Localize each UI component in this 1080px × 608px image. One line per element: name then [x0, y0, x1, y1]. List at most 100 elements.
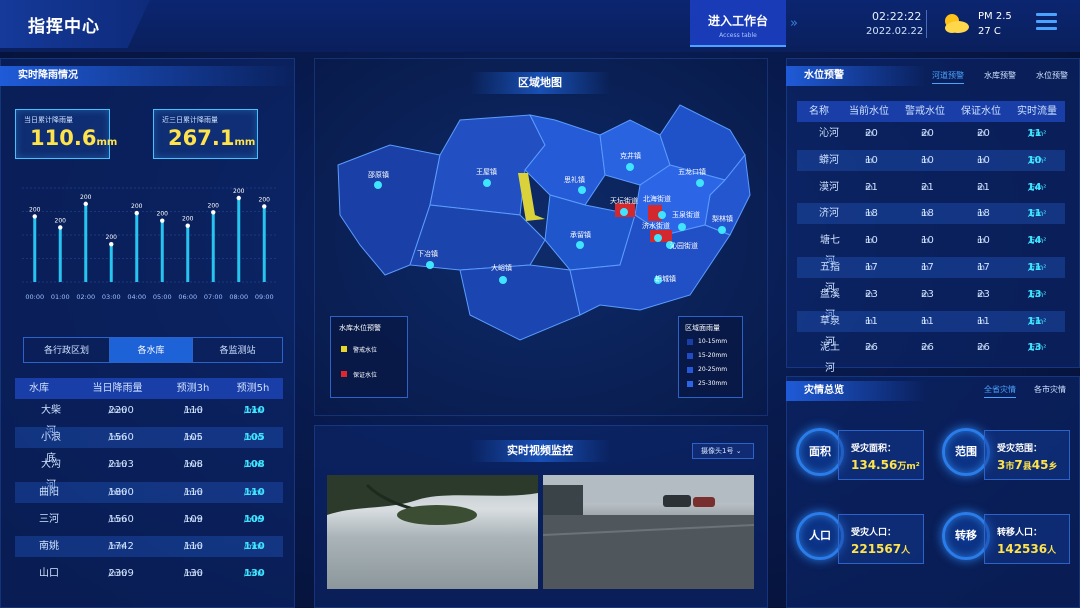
table-cell: 1800/mm — [70, 482, 165, 503]
cell-value: 109 — [243, 513, 265, 525]
cell-value: 108 — [243, 459, 265, 471]
tab-province-disaster[interactable]: 全省灾情 — [984, 384, 1016, 398]
table-cell: 13 万m² — [1009, 284, 1065, 305]
tab-city-disaster[interactable]: 各市灾情 — [1034, 384, 1066, 395]
cell-value: 130 — [243, 568, 265, 580]
chart-bar-cap — [185, 223, 190, 228]
cell-value: 10 — [921, 154, 934, 166]
tab-level-warning[interactable]: 水位预警 — [1036, 70, 1068, 81]
affected-area-box: 受灾面积： 134.56万m² — [838, 430, 924, 480]
table-cell: 18 m — [953, 203, 1009, 224]
population-ring: 人口 — [796, 512, 844, 560]
tab-stations[interactable]: 各监测站 — [192, 337, 283, 363]
table-cell: 1560/mm — [70, 427, 165, 448]
cell-value: 20 — [921, 128, 934, 139]
clock-date: 2022.02.22 — [866, 26, 924, 37]
enter-workbench-button[interactable]: 进入工作台 Access table — [690, 0, 786, 47]
map-title: 区域地图 — [470, 72, 610, 94]
cell-value: 110 — [243, 405, 265, 416]
cell-value: 23 — [921, 288, 934, 300]
affected-range-label: 受灾范围： — [997, 444, 1043, 454]
cell-value: 105 — [183, 432, 203, 444]
x-tick-label: 05:00 — [153, 293, 172, 301]
table-cell: 14 万m² — [1009, 177, 1065, 198]
video-feed-1[interactable] — [327, 475, 538, 589]
video-feed-2[interactable] — [543, 475, 754, 589]
place-label: 王屋镇 — [476, 168, 497, 176]
cell-value: 18 — [865, 208, 878, 220]
transfer-ring: 转移 — [942, 512, 990, 560]
hamburger-menu-icon[interactable] — [1036, 13, 1057, 30]
column-header: 警戒水位 — [905, 106, 945, 117]
place-label: 轵城镇 — [655, 275, 676, 283]
table-cell: 21 m — [897, 177, 953, 198]
tab-river-warning[interactable]: 河道预警 — [932, 70, 964, 84]
chart-bar-cap — [109, 242, 114, 247]
pm25-label: PM 2.5 — [978, 11, 1012, 22]
cell-value: 17 — [865, 262, 878, 273]
chart-bar — [84, 203, 88, 282]
table-row: 盘溪河 23 m 23 m 23 m 13 万m² — [797, 284, 1065, 321]
chart-bar-cap — [211, 210, 216, 215]
data-label: 200 — [157, 211, 169, 218]
cell-value: 17 — [921, 262, 934, 273]
cell-value: 110 — [243, 541, 265, 552]
disaster-panel — [786, 376, 1080, 608]
water-level-table: 名称 当前水位 警戒水位 保证水位 实时流量 沁河 20 m 20 m 20 m 11 万m² 蟒河 10 m 1… — [797, 101, 1065, 374]
x-tick-label: 08:00 — [229, 293, 248, 301]
area-ring: 面积 — [796, 428, 844, 476]
chart-bar-cap — [236, 195, 241, 201]
camera-select[interactable]: 摄像头1号 ⌄ — [692, 443, 754, 459]
table-cell: 26 m — [953, 337, 1009, 358]
tab-districts[interactable]: 各行政区划 — [23, 337, 110, 363]
workbench-label: 进入工作台 — [707, 14, 768, 28]
cell-value: 蟒河 — [819, 154, 839, 166]
cell-value: 11 — [865, 315, 878, 327]
chart-bar — [33, 216, 37, 282]
table-cell: 105/mm — [223, 427, 283, 448]
cell-value: 14 — [1027, 235, 1042, 247]
table-cell: 17 m — [897, 257, 953, 278]
x-tick-label: 02:00 — [76, 293, 95, 301]
table-cell: 26 m — [841, 337, 897, 358]
table-cell: 110/mm — [223, 536, 283, 557]
video-title: 实时视频监控 — [470, 440, 610, 462]
chart-bar — [160, 220, 164, 282]
place-label: 思礼镇 — [564, 176, 585, 184]
column-header: 当前水位 — [849, 106, 889, 117]
disaster-subtabs: 全省灾情 各市灾情 — [984, 384, 1074, 398]
legend-swatch-2 — [687, 353, 693, 359]
affected-area-label: 受灾面积： — [851, 444, 897, 454]
range-ring: 范围 — [942, 428, 990, 476]
table-header: 水库 当日降雨量 预测3h 预测5h — [15, 378, 283, 399]
cell-value: 山口 — [39, 568, 59, 580]
place-label: 五龙口镇 — [678, 168, 706, 176]
tab-reservoirs[interactable]: 各水库 — [109, 337, 193, 363]
today-rain-value: 110.6mm — [30, 126, 118, 150]
rain-bar-chart: 200 00:00 200 01:00 200 02:00 200 03:00 200 04:00… — [22, 187, 277, 301]
affected-population-label: 受灾人口： — [851, 528, 897, 538]
legend-swatch-4 — [687, 381, 693, 387]
cell-value: 109 — [183, 513, 203, 525]
data-label: 200 — [106, 234, 118, 241]
chart-bar — [211, 212, 215, 282]
cell-value: 21 — [977, 181, 990, 193]
table-cell: 130/mm — [223, 563, 283, 584]
three-day-rain-box: 近三日累计降雨量 267.1mm — [153, 109, 258, 159]
place-label: 沁园街道 — [670, 242, 698, 250]
cell-value: 济河 — [819, 208, 839, 220]
affected-range-value: 3市7县45乡 — [997, 458, 1058, 472]
column-header: 名称 — [809, 106, 829, 117]
cell-value: 2309 — [108, 568, 134, 580]
sun-cloud-icon — [945, 14, 969, 33]
chart-bar — [58, 227, 62, 282]
table-cell: 109/mm — [223, 509, 283, 530]
place-label: 大峪镇 — [491, 264, 512, 272]
chart-bar — [109, 244, 113, 282]
cell-value: 20 — [977, 128, 990, 139]
column-header: 实时流量 — [1017, 106, 1057, 117]
legend-item: 20-25mm — [698, 366, 728, 373]
table-row: 蟒河 10 m 10 m 10 m 10 万m² — [797, 149, 1065, 171]
tab-reservoir-warning[interactable]: 水库预警 — [984, 70, 1016, 81]
x-tick-label: 01:00 — [51, 293, 70, 301]
